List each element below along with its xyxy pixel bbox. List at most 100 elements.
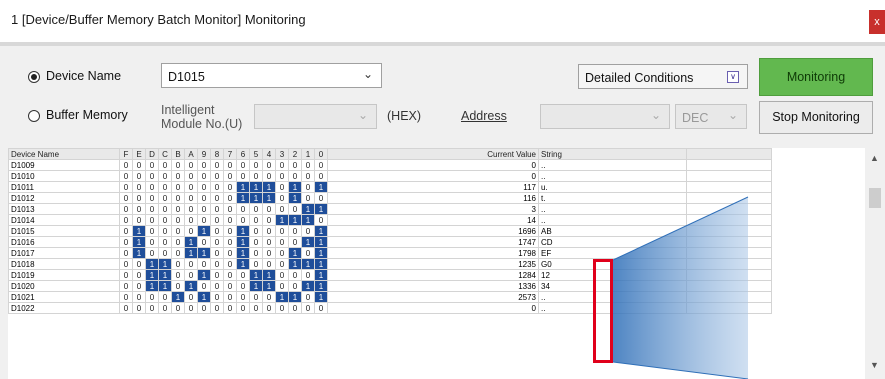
bit-cell[interactable]: 1 bbox=[314, 225, 328, 237]
bit-cell[interactable]: 0 bbox=[119, 181, 133, 193]
bit-cell[interactable]: 1 bbox=[184, 247, 198, 259]
bit-cell[interactable]: 1 bbox=[275, 291, 289, 303]
device-name-cell[interactable]: D1011 bbox=[8, 181, 120, 193]
bit-cell[interactable]: 0 bbox=[262, 214, 276, 226]
bit-cell[interactable]: 0 bbox=[236, 214, 250, 226]
table-row[interactable]: D1010 0 0 0 0 0 0 0 0 0 0 0 0 0 0 0 0 0.. bbox=[8, 170, 772, 182]
bit-cell[interactable]: 0 bbox=[171, 302, 185, 314]
bit-cell[interactable]: 0 bbox=[301, 159, 315, 171]
bit-cell[interactable]: 0 bbox=[275, 159, 289, 171]
bit-cell[interactable]: 0 bbox=[210, 280, 224, 292]
bit-cell[interactable]: 1 bbox=[249, 192, 263, 204]
bit-cell[interactable]: 0 bbox=[158, 214, 172, 226]
bit-cell[interactable]: 0 bbox=[119, 269, 133, 281]
bit-cell[interactable]: 0 bbox=[314, 302, 328, 314]
bit-cell[interactable]: 1 bbox=[314, 280, 328, 292]
bit-cell[interactable]: 0 bbox=[301, 170, 315, 182]
bit-cell[interactable]: 1 bbox=[301, 203, 315, 215]
bit-cell[interactable]: 1 bbox=[145, 258, 159, 270]
bit-cell[interactable]: 0 bbox=[288, 170, 302, 182]
bit-cell[interactable]: 0 bbox=[171, 247, 185, 259]
bit-cell[interactable]: 0 bbox=[171, 225, 185, 237]
bit-cell[interactable]: 0 bbox=[223, 181, 237, 193]
bit-cell[interactable]: 0 bbox=[145, 181, 159, 193]
bit-cell[interactable]: 0 bbox=[184, 269, 198, 281]
device-name-cell[interactable]: D1015 bbox=[8, 225, 120, 237]
bit-cell[interactable]: 0 bbox=[210, 181, 224, 193]
bit-cell[interactable]: 1 bbox=[197, 225, 211, 237]
bit-cell[interactable]: 1 bbox=[262, 192, 276, 204]
bit-cell[interactable]: 0 bbox=[184, 181, 198, 193]
bit-cell[interactable]: 0 bbox=[119, 302, 133, 314]
table-row[interactable]: D1019 0 0 1 1 0 0 1 0 0 0 1 1 0 0 0 1 1284 12 bbox=[8, 269, 772, 281]
table-row[interactable]: D1009 0 0 0 0 0 0 0 0 0 0 0 0 0 0 0 0 0.. bbox=[8, 159, 772, 171]
bit-cell[interactable]: 0 bbox=[249, 236, 263, 248]
bit-cell[interactable]: 0 bbox=[210, 192, 224, 204]
bit-cell[interactable]: 1 bbox=[158, 269, 172, 281]
table-row[interactable]: D1012 0 0 0 0 0 0 0 0 0 1 1 1 0 1 0 0 116 t. bbox=[8, 192, 772, 204]
current-value-cell[interactable]: 117 bbox=[327, 181, 539, 193]
bit-cell[interactable]: 1 bbox=[262, 181, 276, 193]
bit-cell[interactable]: 1 bbox=[132, 225, 146, 237]
bit-cell[interactable]: 1 bbox=[288, 258, 302, 270]
bit-cell[interactable]: 0 bbox=[210, 236, 224, 248]
bit-cell[interactable]: 0 bbox=[158, 159, 172, 171]
string-cell[interactable]: AB bbox=[538, 225, 687, 237]
string-cell[interactable]: t. bbox=[538, 192, 687, 204]
bit-cell[interactable]: 1 bbox=[249, 280, 263, 292]
current-value-cell[interactable]: 2573 bbox=[327, 291, 539, 303]
current-value-cell[interactable]: 1696 bbox=[327, 225, 539, 237]
bit-cell[interactable]: 0 bbox=[145, 291, 159, 303]
bit-cell[interactable]: 0 bbox=[275, 170, 289, 182]
string-cell[interactable]: .. bbox=[538, 159, 687, 171]
bit-cell[interactable]: 0 bbox=[132, 181, 146, 193]
bit-cell[interactable]: 0 bbox=[314, 159, 328, 171]
bit-cell[interactable]: 0 bbox=[197, 280, 211, 292]
radix-combo[interactable]: DEC ⌄ bbox=[675, 104, 747, 129]
bit-cell[interactable]: 1 bbox=[184, 236, 198, 248]
bit-cell[interactable]: 0 bbox=[210, 203, 224, 215]
bit-cell[interactable]: 0 bbox=[275, 236, 289, 248]
current-value-cell[interactable]: 1747 bbox=[327, 236, 539, 248]
bit-cell[interactable]: 1 bbox=[249, 269, 263, 281]
bit-cell[interactable]: 0 bbox=[249, 214, 263, 226]
bit-cell[interactable]: 0 bbox=[236, 269, 250, 281]
bit-cell[interactable]: 0 bbox=[288, 280, 302, 292]
bit-cell[interactable]: 0 bbox=[275, 225, 289, 237]
bit-cell[interactable]: 0 bbox=[223, 214, 237, 226]
bit-cell[interactable]: 0 bbox=[210, 247, 224, 259]
bit-cell[interactable]: 0 bbox=[119, 225, 133, 237]
device-name-combo[interactable]: D1015 ⌄ bbox=[161, 63, 382, 88]
bit-cell[interactable]: 0 bbox=[210, 170, 224, 182]
device-name-cell[interactable]: D1010 bbox=[8, 170, 120, 182]
device-name-cell[interactable]: D1013 bbox=[8, 203, 120, 215]
bit-cell[interactable]: 0 bbox=[158, 236, 172, 248]
bit-cell[interactable]: 0 bbox=[301, 225, 315, 237]
bit-cell[interactable]: 0 bbox=[132, 269, 146, 281]
bit-cell[interactable]: 0 bbox=[314, 214, 328, 226]
bit-cell[interactable]: 1 bbox=[236, 258, 250, 270]
bit-cell[interactable]: 0 bbox=[288, 159, 302, 171]
string-cell[interactable]: u. bbox=[538, 181, 687, 193]
bit-cell[interactable]: 1 bbox=[301, 280, 315, 292]
bit-cell[interactable]: 0 bbox=[275, 192, 289, 204]
scroll-down-icon[interactable]: ▼ bbox=[870, 360, 879, 370]
bit-cell[interactable]: 1 bbox=[275, 214, 289, 226]
bit-cell[interactable]: 0 bbox=[132, 291, 146, 303]
bit-cell[interactable]: 0 bbox=[184, 214, 198, 226]
bit-cell[interactable]: 0 bbox=[262, 247, 276, 259]
scroll-thumb[interactable] bbox=[869, 188, 881, 208]
bit-cell[interactable]: 0 bbox=[171, 269, 185, 281]
bit-cell[interactable]: 0 bbox=[184, 203, 198, 215]
current-value-cell[interactable]: 0 bbox=[327, 302, 539, 314]
bit-cell[interactable]: 0 bbox=[275, 269, 289, 281]
bit-cell[interactable]: 0 bbox=[223, 291, 237, 303]
bit-cell[interactable]: 0 bbox=[132, 214, 146, 226]
bit-cell[interactable]: 0 bbox=[158, 170, 172, 182]
bit-cell[interactable]: 0 bbox=[314, 192, 328, 204]
bit-cell[interactable]: 0 bbox=[288, 225, 302, 237]
bit-cell[interactable]: 0 bbox=[288, 269, 302, 281]
bit-cell[interactable]: 0 bbox=[223, 236, 237, 248]
bit-cell[interactable]: 0 bbox=[158, 192, 172, 204]
bit-cell[interactable]: 0 bbox=[223, 225, 237, 237]
